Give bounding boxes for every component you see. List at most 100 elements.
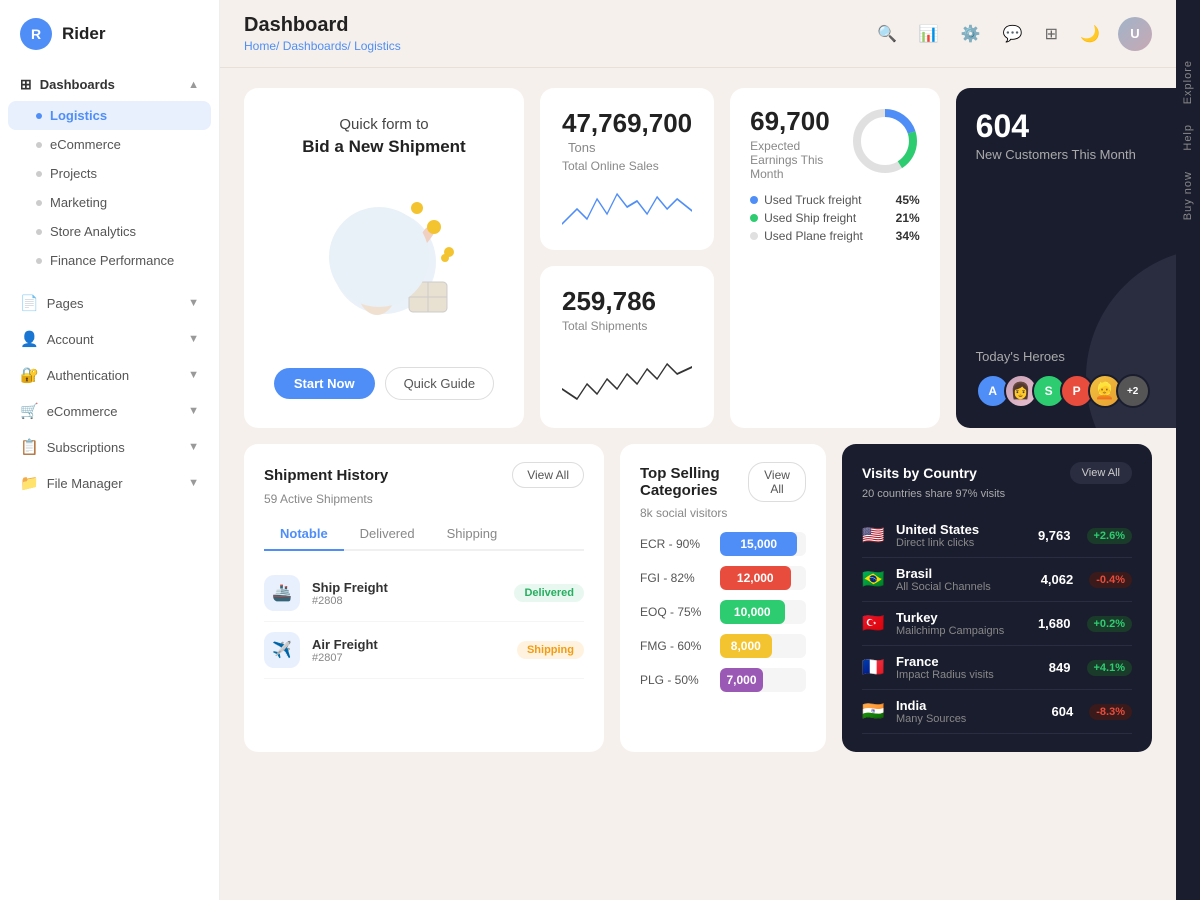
start-now-button[interactable]: Start Now: [274, 368, 375, 399]
shipment-icon-1: 🚢: [264, 575, 300, 611]
shipment-history-card: Shipment History View All 59 Active Ship…: [244, 444, 604, 752]
hero-avatars: A 👩 S P 👱 +2: [976, 374, 1176, 408]
shipment-card-header: Shipment History View All: [264, 462, 584, 488]
hero-avatar-more: +2: [1116, 374, 1150, 408]
bar-fill-3: 10,000: [720, 600, 785, 624]
bar-row-5: PLG - 50% 7,000: [640, 668, 806, 692]
bar-fill-5: 7,000: [720, 668, 763, 692]
header-left: Dashboard Home/ Dashboards/ Logistics: [244, 14, 401, 53]
categories-view-all-button[interactable]: View All: [748, 462, 806, 502]
message-icon[interactable]: 💬: [999, 20, 1027, 48]
avatar[interactable]: U: [1118, 17, 1152, 51]
chevron-down-icon: ▼: [188, 297, 199, 309]
dot-icon: [36, 171, 42, 177]
row2: Shipment History View All 59 Active Ship…: [244, 444, 1152, 752]
categories-title: Top Selling Categories: [640, 465, 748, 499]
chevron-down-icon: ▼: [188, 405, 199, 417]
theme-icon[interactable]: 🌙: [1076, 20, 1104, 48]
shipment-status-2: Shipping: [517, 641, 584, 659]
sidebar-item-file-manager[interactable]: 📁 File Manager ▼: [8, 465, 211, 501]
visits-card: Visits by Country View All 20 countries …: [842, 444, 1152, 752]
illus-dot2: [441, 254, 449, 262]
sidebar-item-ecommerce-main[interactable]: 🛒 eCommerce ▼: [8, 393, 211, 429]
sidebar-item-finance[interactable]: Finance Performance: [8, 246, 211, 275]
settings-icon[interactable]: ⚙️: [957, 20, 985, 48]
sidebar-item-pages[interactable]: 📄 Pages ▼: [8, 285, 211, 321]
logo[interactable]: R Rider: [0, 0, 219, 68]
sidebar-item-logistics[interactable]: Logistics: [8, 101, 211, 130]
bar-track-2: 12,000: [720, 566, 806, 590]
visits-title: Visits by Country: [862, 465, 977, 481]
sidebar-item-ecommerce[interactable]: eCommerce: [8, 130, 211, 159]
shipment-id-2: #2807: [312, 652, 378, 664]
sidebar-dashboards-toggle[interactable]: ⊞ Dashboards ▲: [8, 68, 211, 101]
tab-shipping[interactable]: Shipping: [431, 518, 514, 551]
bar-label-2: FGI - 82%: [640, 571, 710, 585]
quick-form-title: Quick form to: [302, 116, 465, 133]
search-icon[interactable]: 🔍: [873, 20, 901, 48]
quick-guide-button[interactable]: Quick Guide: [385, 367, 495, 400]
sidebar-dashboards-section: ⊞ Dashboards ▲ Logistics eCommerce Proje…: [0, 68, 219, 275]
quick-form-subtitle: Bid a New Shipment: [302, 137, 465, 157]
sidebar-item-account[interactable]: 👤 Account ▼: [8, 321, 211, 357]
bar-row-4: FMG - 60% 8,000: [640, 634, 806, 658]
rs-buy-now[interactable]: Buy now: [1182, 171, 1194, 220]
br-flag: 🇧🇷: [862, 569, 886, 590]
in-flag: 🇮🇳: [862, 701, 886, 722]
bar-track-4: 8,000: [720, 634, 806, 658]
breadcrumb-dashboards[interactable]: Dashboards/: [283, 39, 351, 53]
fr-name: France: [896, 654, 994, 669]
tab-delivered[interactable]: Delivered: [344, 518, 431, 551]
quick-form-buttons: Start Now Quick Guide: [274, 367, 494, 400]
shipment-name-2: Air Freight: [312, 637, 378, 652]
ship-pct: 21%: [896, 211, 920, 225]
total-shipments-label: Total Shipments: [562, 319, 692, 333]
rs-help[interactable]: Help: [1182, 124, 1194, 151]
categories-card: Top Selling Categories View All 8k socia…: [620, 444, 826, 752]
dot-icon: [36, 142, 42, 148]
tr-name: Turkey: [896, 610, 1004, 625]
bar-track-1: 15,000: [720, 532, 806, 556]
fr-value: 849: [1049, 660, 1071, 675]
rs-explore[interactable]: Explore: [1182, 60, 1194, 104]
file-manager-icon: 📁: [20, 474, 39, 492]
dashboard-icon: ⊞: [20, 76, 32, 93]
bar-row-2: FGI - 82% 12,000: [640, 566, 806, 590]
truck-pct: 45%: [896, 193, 920, 207]
chart-icon[interactable]: 📊: [915, 20, 943, 48]
sidebar-item-projects[interactable]: Projects: [8, 159, 211, 188]
heroes-section: Today's Heroes A 👩 S P 👱 +2: [976, 349, 1176, 408]
fr-change: +4.1%: [1087, 660, 1133, 676]
dot-icon: [36, 229, 42, 235]
shipment-icon-2: ✈️: [264, 632, 300, 668]
country-row-br: 🇧🇷 Brasil All Social Channels 4,062 -0.4…: [862, 558, 1132, 602]
tab-notable[interactable]: Notable: [264, 518, 344, 551]
us-name: United States: [896, 522, 979, 537]
plane-pct: 34%: [896, 229, 920, 243]
bar-fill-1: 15,000: [720, 532, 797, 556]
row1: Quick form to Bid a New Shipment: [244, 88, 1152, 428]
breadcrumb-home[interactable]: Home/: [244, 39, 279, 53]
total-shipments-card: 259,786 Total Shipments: [540, 266, 714, 428]
sidebar-pages-section: 📄 Pages ▼ 👤 Account ▼ 🔐 Authentication ▼…: [0, 285, 219, 501]
grid-icon[interactable]: ⊞: [1041, 20, 1062, 48]
main-area: Dashboard Home/ Dashboards/ Logistics 🔍 …: [220, 0, 1176, 900]
sidebar: R Rider ⊞ Dashboards ▲ Logistics eCommer…: [0, 0, 220, 900]
logo-icon: R: [20, 18, 52, 50]
sidebar-item-store-analytics[interactable]: Store Analytics: [8, 217, 211, 246]
us-source: Direct link clicks: [896, 537, 979, 549]
br-value: 4,062: [1041, 572, 1074, 587]
total-shipments-value: 259,786: [562, 286, 692, 317]
total-sales-chart: [562, 179, 692, 244]
us-value: 9,763: [1038, 528, 1071, 543]
shipment-name-1: Ship Freight: [312, 580, 388, 595]
illustration: [309, 197, 459, 327]
sidebar-item-authentication[interactable]: 🔐 Authentication ▼: [8, 357, 211, 393]
sidebar-item-subscriptions[interactable]: 📋 Subscriptions ▼: [8, 429, 211, 465]
legend-row-truck: Used Truck freight 45%: [750, 193, 920, 207]
sidebar-item-marketing[interactable]: Marketing: [8, 188, 211, 217]
visits-view-all-button[interactable]: View All: [1070, 462, 1132, 484]
bar-fill-4: 8,000: [720, 634, 772, 658]
shipment-view-all-button[interactable]: View All: [512, 462, 584, 488]
chevron-down-icon: ▼: [188, 441, 199, 453]
